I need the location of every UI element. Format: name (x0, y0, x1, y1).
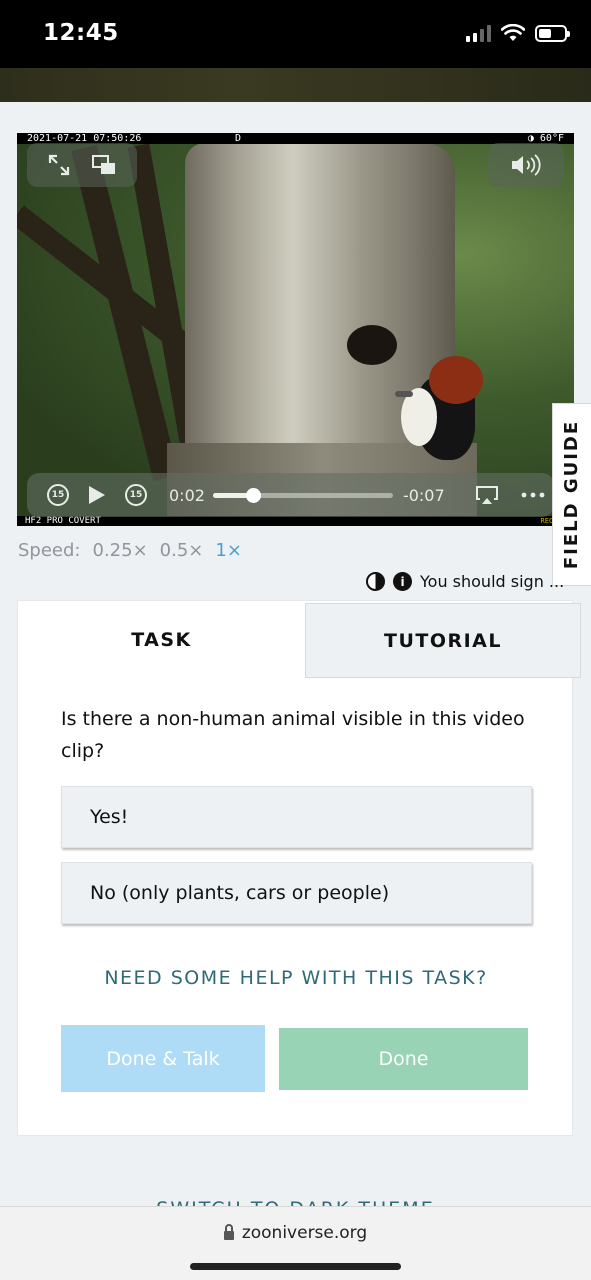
camera-mode: D (235, 133, 242, 144)
field-guide-label: FIELD GUIDE (561, 419, 583, 570)
contrast-icon[interactable] (366, 572, 385, 591)
progress-knob[interactable] (245, 487, 261, 503)
wifi-icon (501, 24, 525, 41)
progress-slider[interactable] (212, 487, 393, 503)
url-text: zooniverse.org (241, 1223, 368, 1243)
play-icon[interactable] (89, 486, 105, 504)
classifier-panel: TASK TUTORIAL Is there a non-human anima… (17, 600, 581, 1136)
camera-model: HF2 PRO COVERT (25, 516, 101, 526)
speed-label: Speed: (18, 540, 81, 561)
video-top-left-controls (27, 143, 137, 187)
speed-option-0-25[interactable]: 0.25× (93, 540, 148, 561)
fullscreen-icon[interactable] (48, 154, 70, 176)
status-time: 12:45 (43, 20, 119, 46)
current-time: 0:02 (169, 485, 205, 505)
classifier-tabs: TASK TUTORIAL (18, 601, 581, 678)
video-top-right-controls (488, 143, 564, 187)
airplay-icon[interactable] (475, 485, 499, 505)
speed-option-0-5[interactable]: 0.5× (160, 540, 204, 561)
status-icons (466, 24, 570, 42)
skip-back-icon[interactable]: 15 (47, 484, 69, 506)
speed-option-1[interactable]: 1× (215, 540, 242, 561)
done-button[interactable]: Done (279, 1028, 528, 1090)
video-frame (17, 143, 574, 516)
task-help-link[interactable]: NEED SOME HELP WITH THIS TASK? (18, 967, 574, 989)
tab-tutorial[interactable]: TUTORIAL (305, 603, 581, 678)
home-indicator[interactable] (190, 1263, 401, 1270)
info-icon[interactable]: i (393, 572, 412, 591)
browser-address-bar[interactable]: zooniverse.org (0, 1206, 591, 1280)
status-bar: 12:45 (0, 0, 591, 68)
video-player[interactable]: 2021-07-21 07:50:26 D ◑ 60°F HF2 PRO COV… (17, 133, 574, 526)
battery-icon (535, 24, 570, 42)
picture-in-picture-icon[interactable] (92, 155, 116, 175)
task-question: Is there a non-human animal visible in t… (61, 708, 525, 762)
remaining-time: -0:07 (402, 485, 445, 505)
answer-yes-button[interactable]: Yes! (61, 786, 532, 848)
camera-footer-bar: HF2 PRO COVERT RECONYX (17, 516, 574, 526)
volume-icon[interactable] (510, 154, 542, 176)
done-and-talk-button[interactable]: Done & Talk (61, 1025, 265, 1092)
video-controls-bar: 15 15 0:02 -0:07 (27, 473, 554, 517)
field-guide-tab[interactable]: FIELD GUIDE (552, 403, 591, 586)
more-options-icon[interactable] (521, 492, 545, 498)
cellular-signal-icon (466, 24, 491, 42)
playback-speed-row: Speed: 0.25× 0.5× 1× (18, 540, 242, 561)
lock-icon (223, 1223, 234, 1240)
tab-task[interactable]: TASK (18, 601, 305, 678)
sign-in-notice-text[interactable]: You should sign ... (420, 572, 564, 591)
answer-no-button[interactable]: No (only plants, cars or people) (61, 862, 532, 924)
site-header-strip (0, 68, 591, 102)
skip-forward-icon[interactable]: 15 (125, 484, 147, 506)
url-display[interactable]: zooniverse.org (0, 1223, 591, 1243)
sign-in-notice: i You should sign ... (366, 572, 564, 591)
